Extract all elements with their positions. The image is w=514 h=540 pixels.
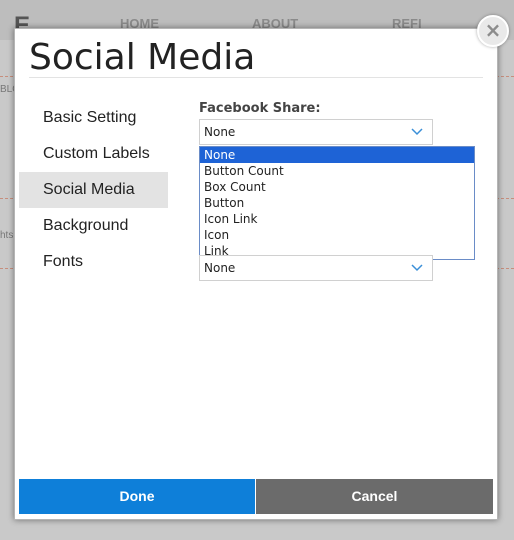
dropdown-option-none[interactable]: None xyxy=(200,147,474,163)
close-icon[interactable]: × xyxy=(477,15,509,47)
social-media-modal: Social Media Basic Setting Custom Labels… xyxy=(14,28,498,520)
nav-item-background[interactable]: Background xyxy=(19,208,168,244)
dropdown-option-icon[interactable]: Icon xyxy=(200,227,474,243)
facebook-share-select[interactable]: None xyxy=(199,119,433,145)
modal-title: Social Media xyxy=(29,37,256,78)
facebook-share-label: Facebook Share: xyxy=(199,101,321,116)
facebook-share-dropdown[interactable]: None Button Count Box Count Button Icon … xyxy=(199,146,475,260)
dropdown-option-button-count[interactable]: Button Count xyxy=(200,163,474,179)
select-value: None xyxy=(204,261,236,275)
dropdown-option-button[interactable]: Button xyxy=(200,195,474,211)
background-side-text: hts xyxy=(0,230,14,241)
chevron-down-icon xyxy=(410,125,424,137)
dropdown-option-box-count[interactable]: Box Count xyxy=(200,179,474,195)
done-button[interactable]: Done xyxy=(19,479,255,514)
select-value: None xyxy=(204,125,236,139)
nav-item-social-media[interactable]: Social Media xyxy=(19,172,168,208)
dropdown-option-icon-link[interactable]: Icon Link xyxy=(200,211,474,227)
nav-item-basic-setting[interactable]: Basic Setting xyxy=(19,100,168,136)
nav-item-custom-labels[interactable]: Custom Labels xyxy=(19,136,168,172)
title-divider xyxy=(29,77,483,78)
second-share-select[interactable]: None xyxy=(199,255,433,281)
chevron-down-icon xyxy=(410,261,424,273)
cancel-button[interactable]: Cancel xyxy=(256,479,493,514)
nav-item-fonts[interactable]: Fonts xyxy=(19,244,168,280)
